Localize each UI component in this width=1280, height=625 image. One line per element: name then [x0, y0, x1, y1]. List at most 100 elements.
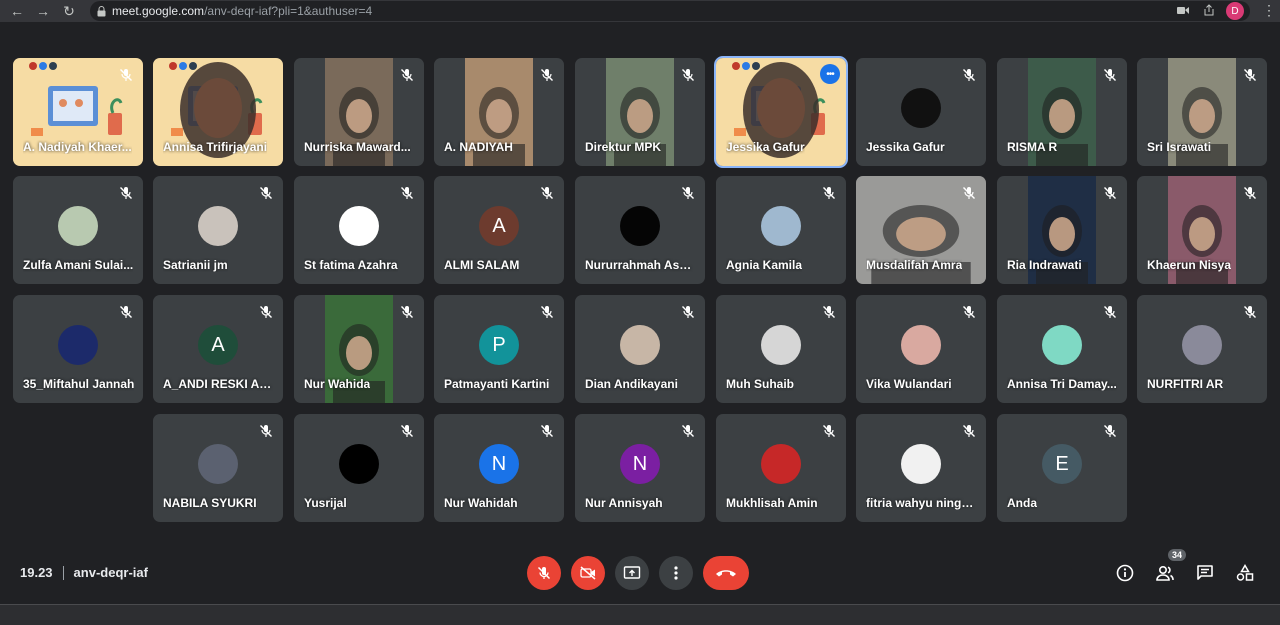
- participant-tile[interactable]: Yusrijal: [294, 414, 424, 522]
- more-options-button[interactable]: [659, 556, 693, 590]
- participant-tile[interactable]: A ALMI SALAM: [434, 176, 564, 284]
- mic-off-icon: [822, 424, 836, 438]
- participant-name: Dian Andikayani: [585, 377, 678, 391]
- present-screen-button[interactable]: [615, 556, 649, 590]
- participant-tile[interactable]: Ria Indrawati: [997, 176, 1127, 284]
- participant-name: RISMA R: [1007, 140, 1058, 154]
- reload-icon[interactable]: ↻: [56, 0, 82, 22]
- people-icon: [1156, 565, 1174, 581]
- participant-tile[interactable]: St fatima Azahra: [294, 176, 424, 284]
- participant-tile[interactable]: N Nur Annisyah: [575, 414, 705, 522]
- avatar: [58, 325, 98, 365]
- participant-name: Anda: [1007, 496, 1037, 510]
- participant-tile[interactable]: A A_ANDI RESKI AN...: [153, 295, 283, 403]
- mic-off-icon: [400, 305, 414, 319]
- participant-tile[interactable]: Vika Wulandari: [856, 295, 986, 403]
- mic-off-icon: [540, 305, 554, 319]
- participant-tile[interactable]: Annisa Trifirjayani: [153, 58, 283, 166]
- menu-icon[interactable]: ⋮: [1262, 2, 1276, 19]
- participant-name: Khaerun Nisya: [1147, 258, 1232, 272]
- participant-tile[interactable]: ••• Jessika Gafur: [714, 56, 848, 168]
- participant-tile[interactable]: Muh Suhaib: [716, 295, 846, 403]
- lock-icon: [90, 5, 112, 17]
- participant-name: Sri Israwati: [1147, 140, 1212, 154]
- avatar: [620, 325, 660, 365]
- participant-tile[interactable]: Satrianii jm: [153, 176, 283, 284]
- participant-name: Nur Annisyah: [585, 496, 663, 510]
- leave-call-button[interactable]: [703, 556, 749, 590]
- avatar: [901, 88, 941, 128]
- participant-name: Nur Wahida: [304, 377, 371, 391]
- participant-tile[interactable]: Dian Andikayani: [575, 295, 705, 403]
- participant-tile[interactable]: N Nur Wahidah: [434, 414, 564, 522]
- participant-tile[interactable]: Direktur MPK: [575, 58, 705, 166]
- avatar: [198, 206, 238, 246]
- participant-tile[interactable]: fitria wahyu ningsih: [856, 414, 986, 522]
- mic-off-icon: [119, 68, 133, 82]
- participant-tile[interactable]: 35_Miftahul Jannah: [13, 295, 143, 403]
- participant-tile[interactable]: Zulfa Amani Sulai...: [13, 176, 143, 284]
- participant-name: Vika Wulandari: [866, 377, 952, 391]
- more-options-icon[interactable]: •••: [820, 64, 840, 84]
- back-icon[interactable]: ←: [4, 0, 30, 22]
- participant-name: Satrianii jm: [163, 258, 228, 272]
- share-icon[interactable]: [1202, 3, 1216, 17]
- participant-tile[interactable]: Nurriska Maward...: [294, 58, 424, 166]
- participants-button[interactable]: 34: [1154, 549, 1186, 584]
- participant-tile[interactable]: Nur Wahida: [294, 295, 424, 403]
- participant-tile[interactable]: Mukhlisah Amin: [716, 414, 846, 522]
- avatar: [761, 325, 801, 365]
- mic-off-icon: [962, 186, 976, 200]
- browser-toolbar: ← → ↻ meet.google.com/anv-deqr-iaf?pli=1…: [0, 0, 1280, 22]
- participant-count-badge: 34: [1167, 549, 1186, 561]
- chat-icon: [1197, 565, 1213, 580]
- participant-tile[interactable]: Musdalifah Amra: [856, 176, 986, 284]
- activities-button[interactable]: [1234, 562, 1256, 584]
- participant-tile[interactable]: Jessika Gafur: [856, 58, 986, 166]
- participant-tile[interactable]: RISMA R: [997, 58, 1127, 166]
- avatar: [761, 444, 801, 484]
- address-bar[interactable]: meet.google.com/anv-deqr-iaf?pli=1&authu…: [90, 1, 1250, 21]
- mic-off-icon: [1243, 68, 1257, 82]
- mic-toggle-button[interactable]: [527, 556, 561, 590]
- camera-toggle-button[interactable]: [571, 556, 605, 590]
- mic-off-icon: [540, 424, 554, 438]
- avatar: [1182, 325, 1222, 365]
- participant-name: Patmayanti Kartini: [444, 377, 550, 391]
- participant-tile[interactable]: NURFITRI AR: [1137, 295, 1267, 403]
- avatar: [198, 444, 238, 484]
- participant-name: St fatima Azahra: [304, 258, 398, 272]
- call-controls: [527, 556, 749, 590]
- participant-name: Muh Suhaib: [726, 377, 794, 391]
- participant-name: Nurriska Maward...: [304, 140, 411, 154]
- participant-tile[interactable]: Khaerun Nisya: [1137, 176, 1267, 284]
- mic-off-icon: [1103, 424, 1117, 438]
- mic-off-icon: [1243, 186, 1257, 200]
- avatar: P: [479, 325, 519, 365]
- chat-button[interactable]: [1194, 562, 1216, 584]
- participant-tile[interactable]: NABILA SYUKRI: [153, 414, 283, 522]
- participant-name: Yusrijal: [304, 496, 347, 510]
- participant-tile[interactable]: Annisa Tri Damay...: [997, 295, 1127, 403]
- participant-tile[interactable]: A. NADIYAH: [434, 58, 564, 166]
- participant-name: Zulfa Amani Sulai...: [23, 258, 134, 272]
- forward-icon[interactable]: →: [30, 0, 56, 22]
- avatar: [761, 206, 801, 246]
- participant-tile[interactable]: Nururrahmah Ashar: [575, 176, 705, 284]
- meeting-details-button[interactable]: [1114, 562, 1136, 584]
- participant-tile[interactable]: A. Nadiyah Khaer...: [13, 58, 143, 166]
- camera-icon[interactable]: [1176, 3, 1190, 17]
- mic-off-icon: [119, 305, 133, 319]
- url-text: meet.google.com/anv-deqr-iaf?pli=1&authu…: [112, 4, 372, 18]
- mic-off-icon: [962, 68, 976, 82]
- participant-name: fitria wahyu ningsih: [866, 496, 978, 510]
- participant-name: NABILA SYUKRI: [163, 496, 257, 510]
- participant-tile[interactable]: E Anda: [997, 414, 1127, 522]
- meeting-info: 19.23 anv-deqr-iaf: [20, 565, 148, 580]
- info-icon: [1116, 564, 1134, 582]
- participant-tile[interactable]: Agnia Kamila: [716, 176, 846, 284]
- participant-tile[interactable]: P Patmayanti Kartini: [434, 295, 564, 403]
- profile-avatar[interactable]: D: [1226, 2, 1244, 20]
- participant-tile[interactable]: Sri Israwati: [1137, 58, 1267, 166]
- mic-off-icon: [822, 305, 836, 319]
